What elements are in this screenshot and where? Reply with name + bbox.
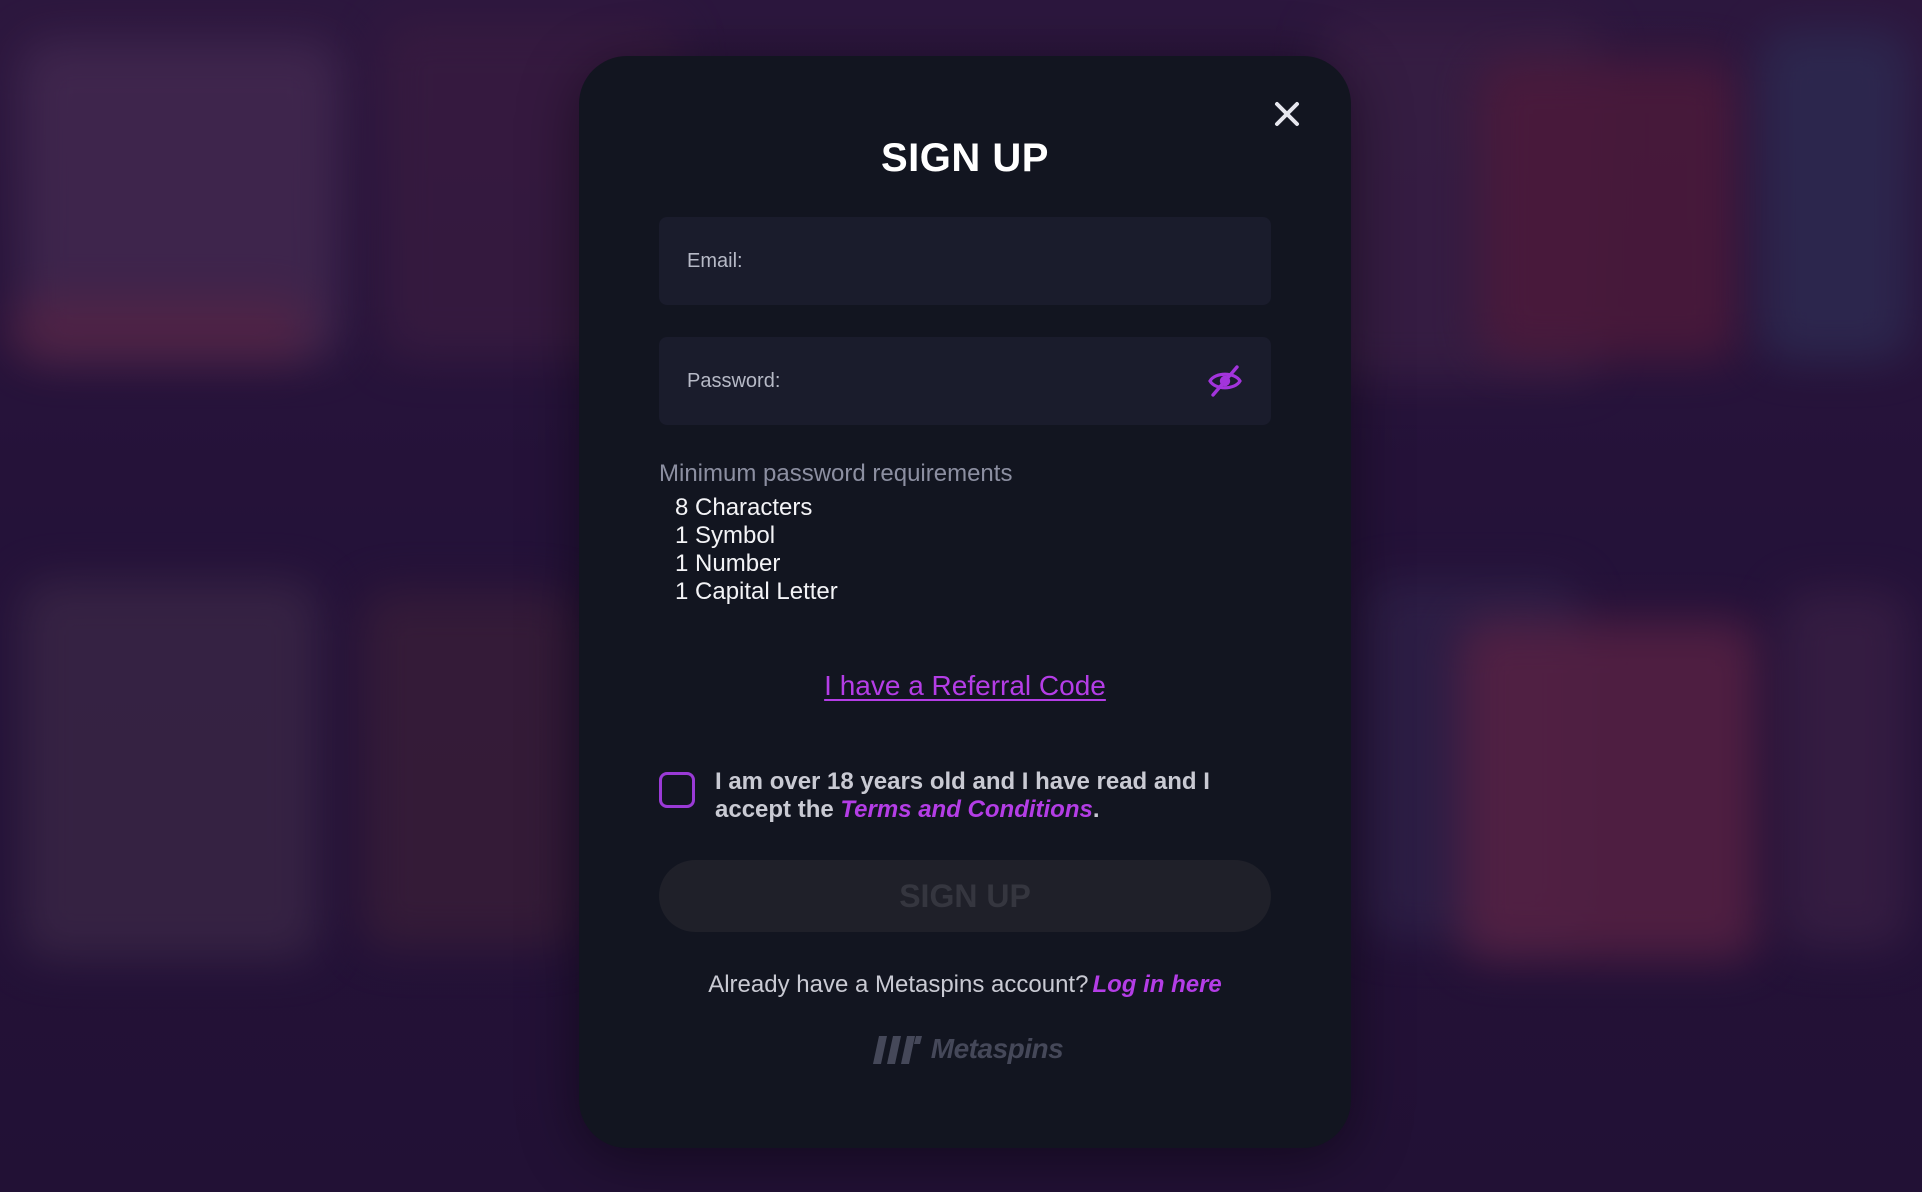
eye-slash-icon [1208,365,1242,397]
metaspins-logo: Metaspins [579,1032,1351,1066]
terms-link[interactable]: Terms and Conditions [840,796,1092,823]
metaspins-logo-mark [872,1036,922,1064]
login-link[interactable]: Log in here [1092,971,1221,998]
signup-button[interactable]: SIGN UP [659,860,1271,932]
referral-row: I have a Referral Code [579,670,1351,702]
login-prompt-text: Already have a Metaspins account? [708,971,1089,998]
terms-checkbox[interactable] [659,772,695,808]
password-visibility-toggle[interactable] [1207,364,1243,398]
signup-modal: SIGN UP Email: Password: Minimum passwor… [579,56,1351,1148]
requirement-item: 1 Capital Letter [675,578,838,605]
email-input[interactable] [659,217,1271,305]
requirement-item: 1 Number [675,550,781,577]
brand-name: Metaspins [930,1033,1064,1064]
password-requirements-list: 8 Characters 1 Symbol 1 Number 1 Capital… [675,494,838,606]
close-button[interactable] [1267,94,1307,134]
close-icon [1275,102,1299,126]
terms-text: I am over 18 years old and I have read a… [715,768,1275,824]
terms-text-after: . [1092,796,1100,823]
modal-title: SIGN UP [881,136,1049,180]
requirement-item: 1 Symbol [675,522,776,549]
email-field[interactable]: Email: [659,217,1271,305]
requirement-item: 8 Characters [675,494,813,521]
password-requirements-title: Minimum password requirements [659,460,1013,487]
referral-code-link[interactable]: I have a Referral Code [824,670,1106,701]
password-field[interactable]: Password: [659,337,1271,425]
login-prompt: Already have a Metaspins account? Log in … [579,971,1351,999]
password-input[interactable] [659,337,1271,425]
